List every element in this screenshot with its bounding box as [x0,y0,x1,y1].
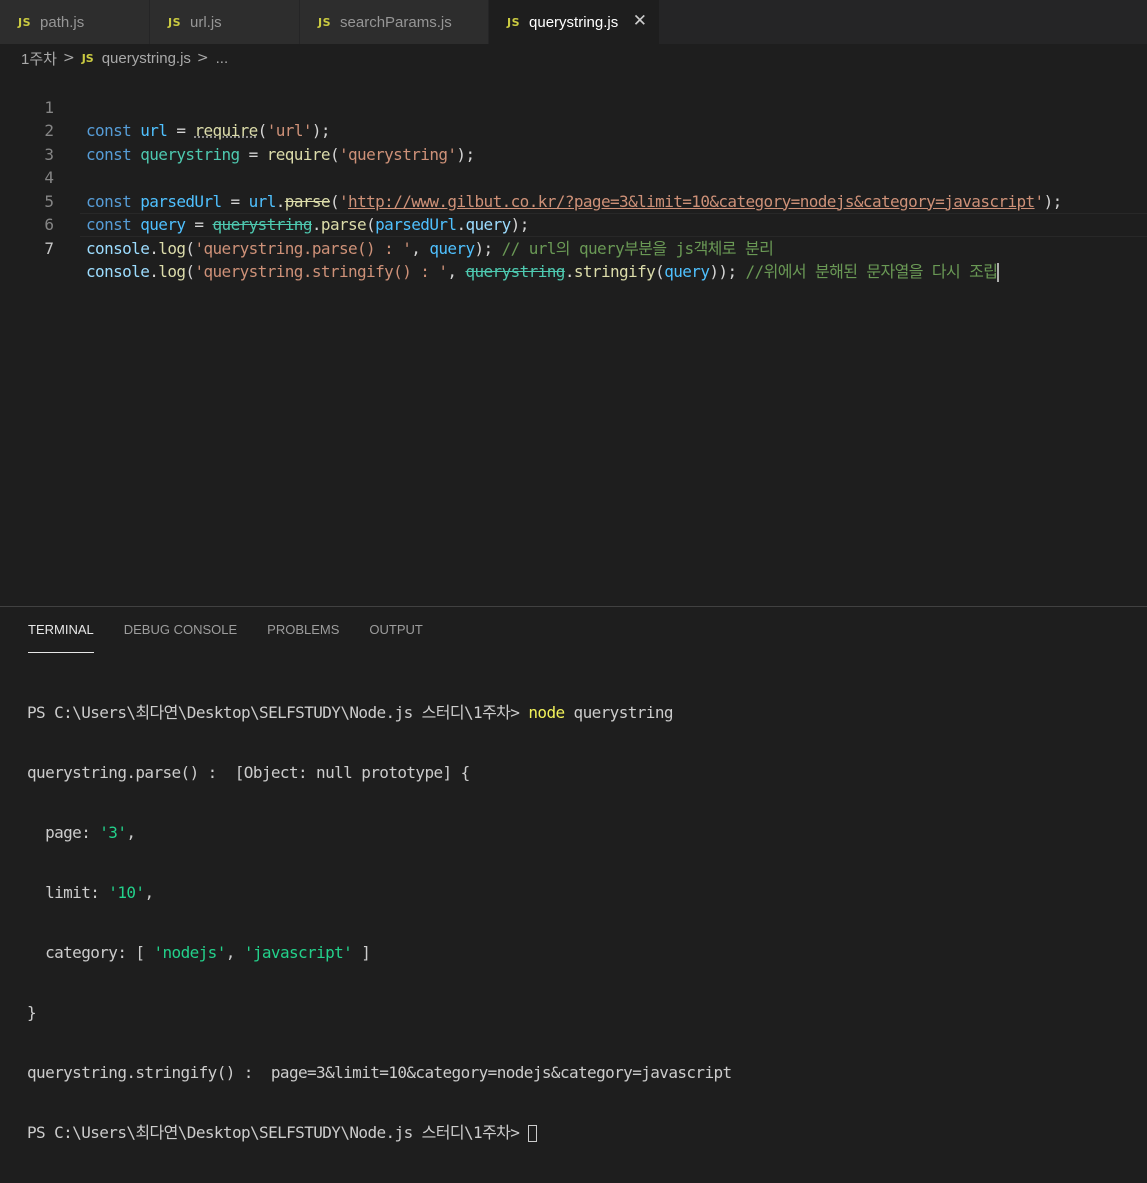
token: console [86,262,150,281]
terminal-prompt: PS C:\Users\최다연\Desktop\SELFSTUDY\Node.j… [27,1123,529,1142]
terminal-text: , [225,943,244,962]
tab-problems[interactable]: PROBLEMS [267,607,339,653]
code-line-current: 7 console.log('querystring.stringify() :… [0,213,1147,282]
token: ( [655,262,665,281]
terminal-text: ] [352,943,371,962]
terminal-text: querystring.stringify() : [27,1063,271,1082]
breadcrumb-file[interactable]: querystring.js [102,50,191,67]
terminal-cursor [528,1125,538,1142]
javascript-file-icon: JS [18,15,32,29]
tab-searchparams-js[interactable]: JS searchParams.js [300,0,489,44]
terminal-line: } [27,1003,37,1022]
code-editor[interactable]: 1 const url = require('url'); 2 const qu… [0,72,1147,606]
chevron-right-icon: > [196,50,209,66]
panel-tabs: TERMINAL DEBUG CONSOLE PROBLEMS OUTPUT [28,607,453,653]
terminal-text: category: [ [27,943,154,962]
token: querystring [465,262,565,281]
tab-label: path.js [40,13,85,31]
terminal-line: category: [ 'nodejs', 'javascript' ] [27,943,1137,963]
token: log [158,262,186,281]
terminal-text: , [126,823,136,842]
terminal-text: page: [27,823,100,842]
token: )); [709,262,746,281]
token: , [447,262,466,281]
token: log [158,238,186,258]
tab-querystring-js[interactable]: JS querystring.js ✕ [489,0,660,44]
javascript-file-icon: JS [507,15,521,29]
terminal-line: PS C:\Users\최다연\Desktop\SELFSTUDY\Node.j… [27,703,1137,723]
line-code: console.log('querystring.parse() : ', qu… [86,237,774,261]
tab-url-js[interactable]: JS url.js [150,0,300,44]
code-line: 2 const querystring = require('querystri… [0,96,1147,164]
breadcrumb-folder[interactable]: 1주차 [21,48,57,69]
code-line: 6 console.log('querystring.parse() : ', … [0,190,1147,258]
tab-terminal[interactable]: TERMINAL [28,607,94,653]
code-line: 3 [0,119,1147,164]
tab-path-js[interactable]: JS path.js [0,0,150,44]
code-comment: // url의 query부분을 js객체로 분리 [501,238,774,258]
token: query [429,238,475,258]
terminal-text: limit: [27,883,109,902]
token: . [564,262,575,281]
code-line: 5 const query = querystring.parse(parsed… [0,166,1147,235]
terminal-line: querystring.parse() : [Object: null prot… [27,763,470,782]
chevron-right-icon: > [62,50,75,66]
tab-label: url.js [190,13,222,31]
terminal-string: '3' [99,823,127,842]
javascript-file-icon: JS [318,15,332,29]
javascript-file-icon: JS [168,15,182,29]
terminal-string: 'javascript' [243,943,353,962]
token: 'querystring.stringify() : ' [194,262,448,281]
token: . [149,262,159,281]
editor-tab-bar: JS path.js JS url.js JS searchParams.js … [0,0,1147,44]
token: , [411,238,430,258]
token: 'querystring.parse() : ' [194,238,412,258]
line-code: console.log('querystring.stringify() : '… [86,260,1000,284]
terminal-prompt: PS C:\Users\최다연\Desktop\SELFSTUDY\Node.j… [27,703,529,722]
terminal-text: page=3&limit=10&category=nodejs&category… [270,1063,732,1082]
terminal-command-arg: querystring [564,703,674,722]
tab-output[interactable]: OUTPUT [369,607,422,653]
token: . [149,238,159,258]
close-icon[interactable]: ✕ [633,11,647,31]
code-line: 1 const url = require('url'); [0,72,1147,141]
tab-label: querystring.js [529,13,619,31]
line-number: 7 [44,238,54,258]
bottom-panel: TERMINAL DEBUG CONSOLE PROBLEMS OUTPUT P… [0,606,1147,1142]
code-comment: //위에서 분해된 문자열을 다시 조립 [745,262,998,281]
breadcrumb-symbols[interactable]: ... [216,50,229,67]
terminal-command: node [528,703,565,722]
terminal-text: , [144,883,154,902]
terminal-string: 'nodejs' [153,943,226,962]
terminal-line: querystring.stringify() : page=3&limit=1… [27,1063,1137,1083]
javascript-file-icon: JS [81,51,94,65]
terminal-string: '10' [108,883,145,902]
terminal-line: PS C:\Users\최다연\Desktop\SELFSTUDY\Node.j… [27,1123,1137,1143]
terminal-output[interactable]: PS C:\Users\최다연\Desktop\SELFSTUDY\Node.j… [27,663,1137,1183]
token: query [664,262,710,281]
breadcrumb: 1주차 > JS querystring.js > ... [0,44,1147,72]
token: ); [474,238,502,258]
terminal-line: limit: '10', [27,883,1137,903]
token: stringify [573,262,656,281]
token: console [86,238,150,258]
terminal-line: page: '3', [27,823,1137,843]
tab-label: searchParams.js [340,13,452,31]
text-cursor [997,263,1000,282]
tab-debug-console[interactable]: DEBUG CONSOLE [124,607,237,653]
code-line: 4 const parsedUrl = url.parse('http://ww… [0,143,1147,211]
